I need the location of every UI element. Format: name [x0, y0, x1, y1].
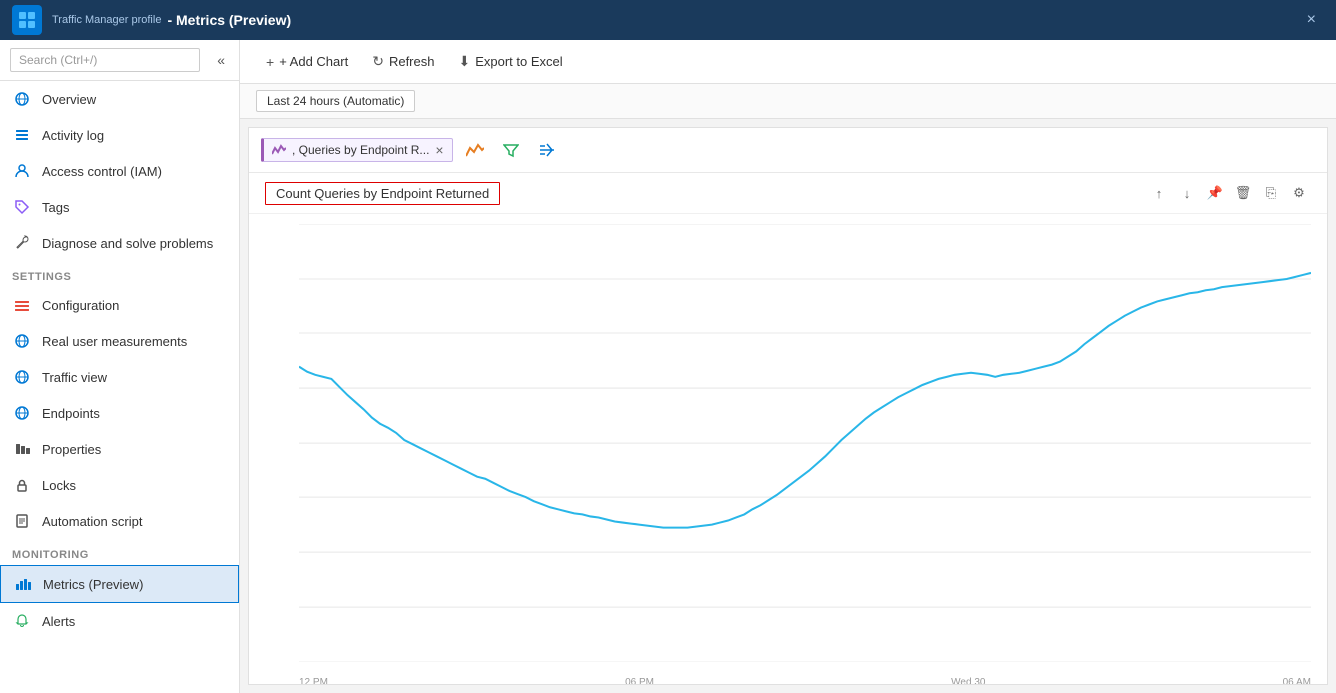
y-axis-labels: [249, 224, 297, 662]
sidebar-item-diagnose[interactable]: Diagnose and solve problems: [0, 225, 239, 261]
toolbar: + + Add Chart ↻ Refresh ⬇ Export to Exce…: [240, 40, 1336, 84]
sidebar-label-automation-script: Automation script: [42, 514, 142, 529]
sidebar-item-properties[interactable]: Properties: [0, 431, 239, 467]
plus-icon: +: [266, 54, 274, 70]
app-icon: [12, 5, 42, 35]
tag-icon: [12, 197, 32, 217]
add-chart-button[interactable]: + + Add Chart: [256, 49, 358, 75]
sidebar-label-configuration: Configuration: [42, 298, 119, 313]
sidebar-item-overview[interactable]: Overview: [0, 81, 239, 117]
x-label-3: 06 AM: [1283, 677, 1311, 685]
monitoring-section-label: MONITORING: [0, 539, 239, 565]
sidebar-label-endpoints: Endpoints: [42, 406, 100, 421]
sort-down-button[interactable]: ↓: [1175, 181, 1199, 205]
sidebar-label-activity-log: Activity log: [42, 128, 104, 143]
sidebar-label-properties: Properties: [42, 442, 101, 457]
layout: « Overview: [0, 40, 1336, 693]
sidebar-label-real-user-measurements: Real user measurements: [42, 334, 187, 349]
sidebar-item-locks[interactable]: Locks: [0, 467, 239, 503]
sidebar-item-metrics-preview[interactable]: Metrics (Preview): [0, 565, 239, 603]
chart-title: Count Queries by Endpoint Returned: [265, 182, 500, 205]
sidebar-item-traffic-view[interactable]: Traffic view: [0, 359, 239, 395]
x-label-1: 06 PM: [625, 677, 654, 685]
refresh-label: Refresh: [389, 54, 435, 69]
line-chart-icon-btn[interactable]: [461, 136, 489, 164]
pin-button[interactable]: 📌: [1203, 181, 1227, 205]
metric-tag: , Queries by Endpoint R... ×: [261, 138, 453, 162]
export-label: Export to Excel: [475, 54, 562, 69]
sort-up-button[interactable]: ↑: [1147, 181, 1171, 205]
sidebar-label-tags: Tags: [42, 200, 69, 215]
delete-button[interactable]: 🗑: [1231, 181, 1255, 205]
topbar-subtitle: Traffic Manager profile: [52, 14, 161, 26]
chart-area: , Queries by Endpoint R... ×: [248, 127, 1328, 685]
sidebar-item-alerts[interactable]: Alerts: [0, 603, 239, 639]
chart-svg: [299, 224, 1311, 662]
sidebar-label-alerts: Alerts: [42, 614, 75, 629]
x-label-2: Wed 30: [951, 677, 985, 685]
metric-selector-row: , Queries by Endpoint R... ×: [249, 128, 1327, 173]
top-bar: Traffic Manager profile - Metrics (Previ…: [0, 0, 1336, 40]
sidebar-item-configuration[interactable]: Configuration: [0, 287, 239, 323]
settings-section-label: SETTINGS: [0, 261, 239, 287]
sidebar-label-diagnose: Diagnose and solve problems: [42, 236, 213, 251]
sidebar-item-real-user-measurements[interactable]: Real user measurements: [0, 323, 239, 359]
list-icon: [12, 125, 32, 145]
sidebar-item-endpoints[interactable]: Endpoints: [0, 395, 239, 431]
download-icon: ⬇: [458, 53, 470, 70]
sidebar-scroll: Overview Activity log: [0, 81, 239, 693]
chart-header: Count Queries by Endpoint Returned ↑ ↓ 📌…: [249, 173, 1327, 214]
sidebar-label-traffic-view: Traffic view: [42, 370, 107, 385]
metric-tag-close-button[interactable]: ×: [435, 142, 443, 158]
chart-actions: ↑ ↓ 📌 🗑 ⎘ ⚙: [1147, 181, 1311, 205]
time-range-bar: Last 24 hours (Automatic): [240, 84, 1336, 119]
copy-button[interactable]: ⎘: [1259, 181, 1283, 205]
filter-icon-btn[interactable]: [497, 136, 525, 164]
collapse-button[interactable]: «: [213, 50, 229, 70]
globe-icon: [12, 89, 32, 109]
add-chart-label: + Add Chart: [279, 54, 348, 69]
sidebar-label-overview: Overview: [42, 92, 96, 107]
time-range-label: Last 24 hours (Automatic): [267, 94, 404, 108]
scroll-icon: [12, 511, 32, 531]
export-button[interactable]: ⬇ Export to Excel: [448, 48, 572, 75]
search-input[interactable]: [10, 48, 200, 72]
sidebar-label-access-control: Access control (IAM): [42, 164, 162, 179]
chart-svg-container: 12 PM 06 PM Wed 30 06 AM: [249, 214, 1327, 685]
sidebar-item-access-control[interactable]: Access control (IAM): [0, 153, 239, 189]
main-content: + + Add Chart ↻ Refresh ⬇ Export to Exce…: [240, 40, 1336, 693]
search-bar: «: [0, 40, 239, 81]
settings-button[interactable]: ⚙: [1287, 181, 1311, 205]
refresh-button[interactable]: ↻ Refresh: [362, 48, 444, 75]
wrench-icon: [12, 233, 32, 253]
x-label-0: 12 PM: [299, 677, 328, 685]
refresh-icon: ↻: [372, 53, 384, 70]
sidebar-label-locks: Locks: [42, 478, 76, 493]
sidebar-item-automation-script[interactable]: Automation script: [0, 503, 239, 539]
lock-icon: [12, 475, 32, 495]
globe4-icon: [12, 403, 32, 423]
bell-icon: [12, 611, 32, 631]
metric-tag-label: , Queries by Endpoint R...: [292, 143, 429, 157]
sidebar-item-tags[interactable]: Tags: [0, 189, 239, 225]
globe3-icon: [12, 367, 32, 387]
globe2-icon: [12, 331, 32, 351]
bars-icon: [12, 439, 32, 459]
sidebar: « Overview: [0, 40, 240, 693]
sidebar-label-metrics-preview: Metrics (Preview): [43, 577, 143, 592]
sidebar-item-activity-log[interactable]: Activity log: [0, 117, 239, 153]
split-icon-btn[interactable]: [533, 136, 561, 164]
close-button[interactable]: ×: [1299, 7, 1324, 33]
time-range-button[interactable]: Last 24 hours (Automatic): [256, 90, 415, 112]
x-axis-labels: 12 PM 06 PM Wed 30 06 AM: [299, 677, 1311, 685]
topbar-title: - Metrics (Preview): [167, 12, 291, 28]
person-icon: [12, 161, 32, 181]
config-icon: [12, 295, 32, 315]
chart-icon: [13, 574, 33, 594]
